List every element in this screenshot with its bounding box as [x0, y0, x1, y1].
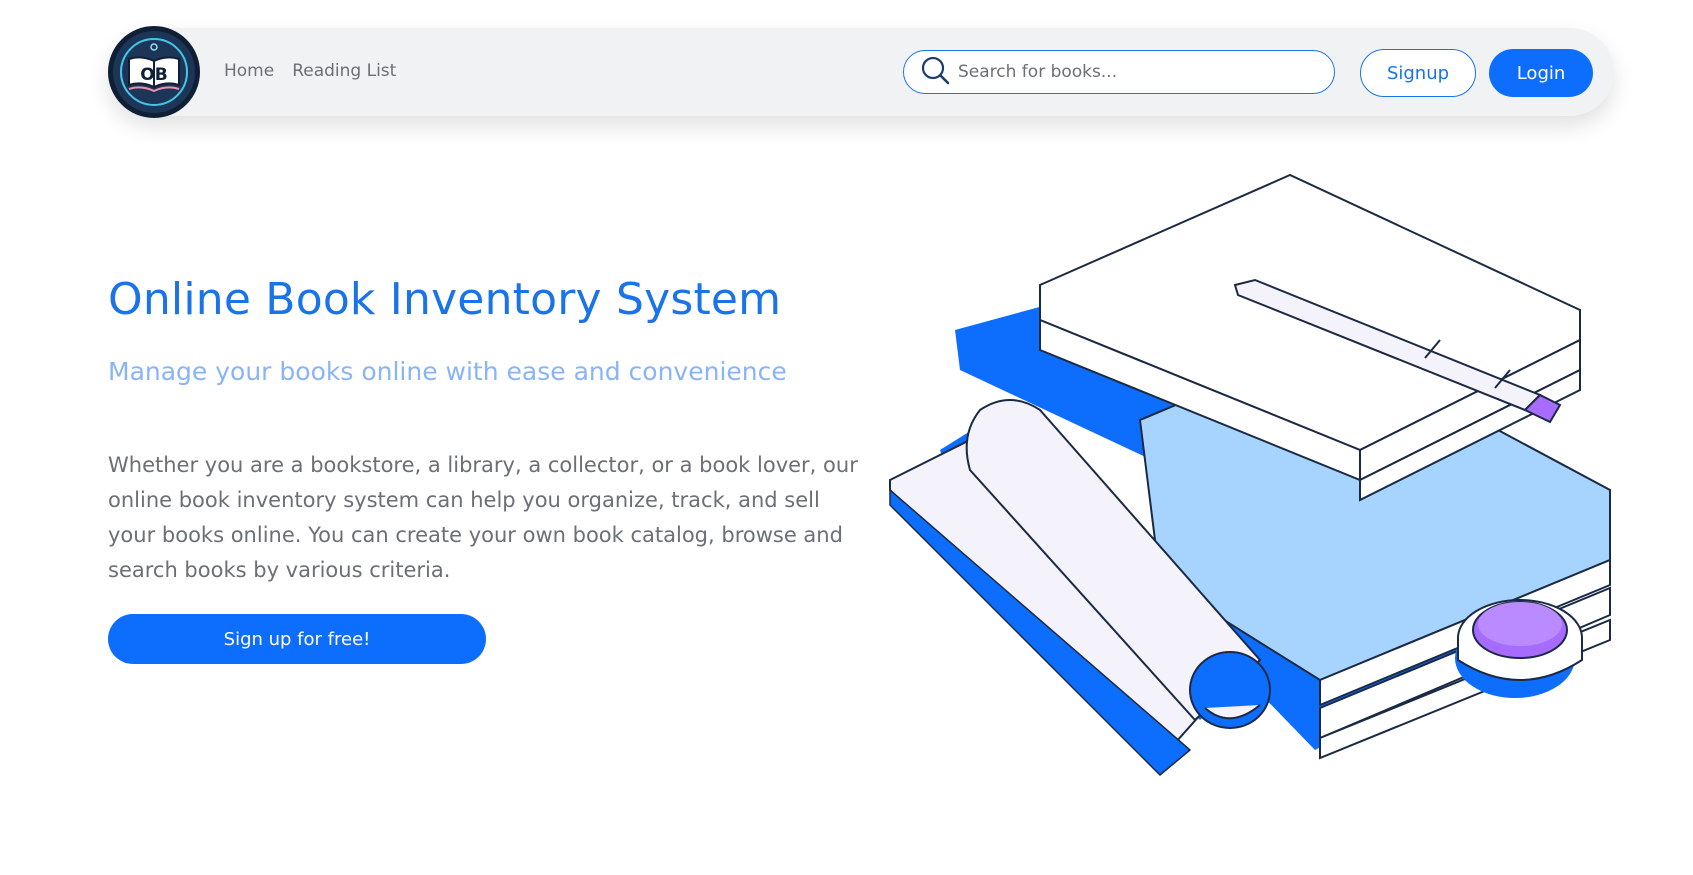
hero-subtitle: Manage your books online with ease and c… — [108, 357, 787, 386]
login-button[interactable]: Login — [1489, 49, 1593, 97]
hero-title: Online Book Inventory System — [108, 274, 782, 325]
search-bar[interactable] — [903, 50, 1335, 94]
svg-text:OB: OB — [140, 65, 167, 85]
site-logo[interactable]: OB — [108, 26, 200, 118]
search-input[interactable] — [958, 62, 1328, 82]
search-icon[interactable] — [920, 55, 950, 89]
books-illustration — [889, 173, 1611, 777]
nav-links: Home Reading List — [224, 61, 396, 81]
top-navbar: OB Home Reading List Signup Login — [108, 26, 1614, 118]
nav-link-reading-list[interactable]: Reading List — [292, 61, 396, 81]
nav-link-home[interactable]: Home — [224, 61, 274, 81]
eraser-icon — [1455, 599, 1583, 698]
signup-free-button[interactable]: Sign up for free! — [108, 614, 486, 664]
open-book-logo-icon: OB — [120, 38, 188, 106]
hero-description: Whether you are a bookstore, a library, … — [108, 453, 858, 582]
signup-button[interactable]: Signup — [1360, 49, 1476, 97]
